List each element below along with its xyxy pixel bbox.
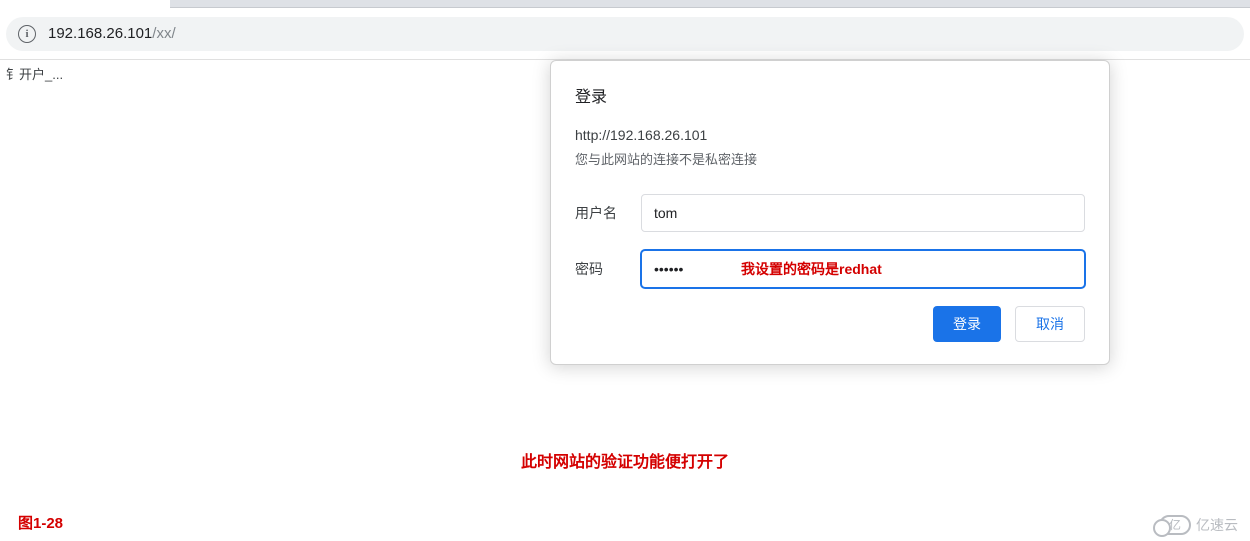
url-path: /xx/	[152, 25, 175, 42]
http-auth-dialog: 登录 http://192.168.26.101 您与此网站的连接不是私密连接 …	[550, 60, 1110, 365]
cancel-button[interactable]: 取消	[1015, 306, 1085, 342]
dialog-title: 登录	[575, 83, 1085, 107]
username-input[interactable]	[641, 194, 1085, 232]
dialog-origin: http://192.168.26.101	[575, 127, 1085, 143]
watermark-logo: 亿速云	[1159, 515, 1238, 535]
dialog-actions: 登录 取消	[575, 306, 1085, 342]
browser-tab[interactable]: /xx/ ×	[0, 0, 170, 8]
figure-label: 图1-28	[18, 512, 63, 533]
address-bar[interactable]: i 192.168.26.101/xx/	[6, 17, 1244, 51]
dialog-insecure-note: 您与此网站的连接不是私密连接	[575, 149, 1085, 168]
cloud-icon	[1159, 515, 1191, 535]
password-label: 密码	[575, 259, 641, 279]
bookmark-item[interactable]: 钅开户_...	[6, 67, 63, 82]
watermark-text: 亿速云	[1196, 515, 1238, 535]
address-bar-row: i 192.168.26.101/xx/	[0, 8, 1250, 60]
url-host: 192.168.26.101	[48, 25, 152, 42]
password-input[interactable]	[641, 250, 1085, 288]
site-info-icon[interactable]: i	[18, 25, 36, 43]
new-tab-icon[interactable]: +	[183, 0, 194, 5]
login-button[interactable]: 登录	[933, 306, 1001, 342]
username-label: 用户名	[575, 203, 641, 223]
tab-strip: /xx/ × +	[0, 0, 1250, 8]
caption-text: 此时网站的验证功能便打开了	[0, 448, 1250, 472]
